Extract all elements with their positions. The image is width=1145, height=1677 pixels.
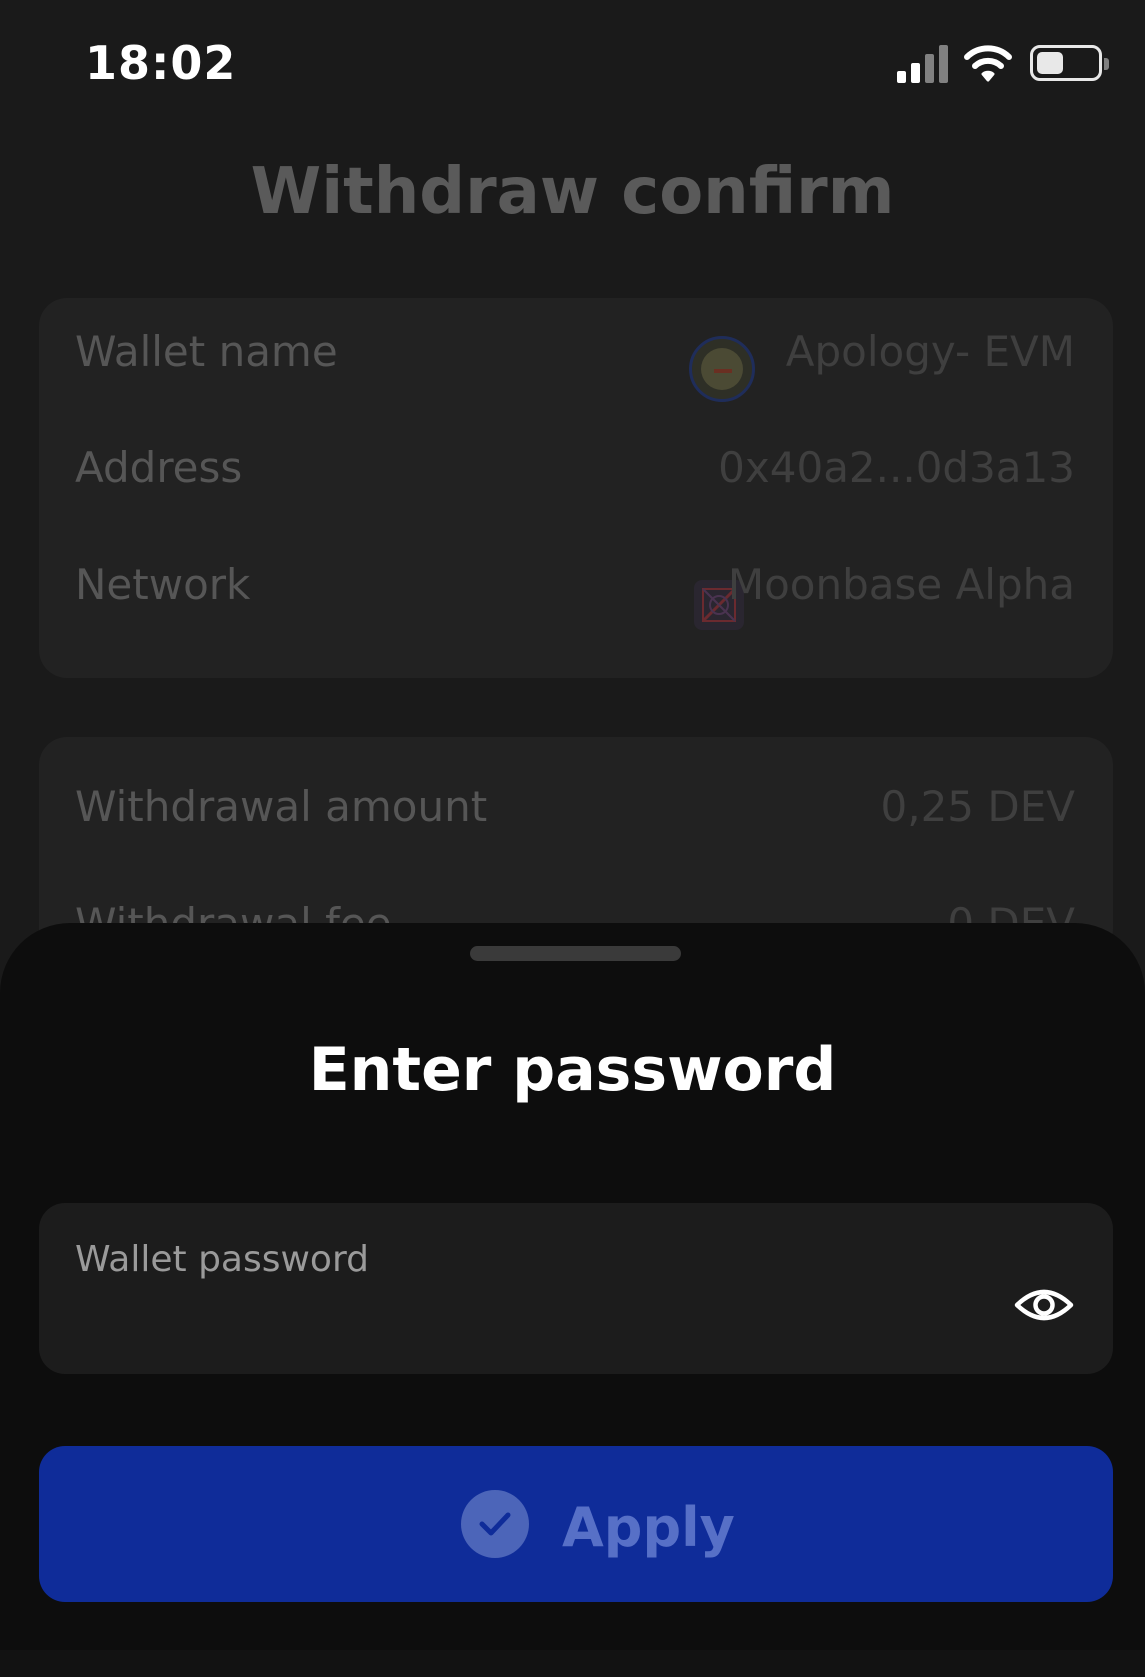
cellular-signal-icon <box>897 45 949 83</box>
withdrawal-amount-value: 0,25 DEV <box>880 782 1075 831</box>
status-time: 18:02 <box>85 36 237 90</box>
page-title: Withdraw confirm <box>250 155 895 229</box>
address-value: 0x40a2...0d3a13 <box>718 443 1075 492</box>
wallet-name-label: Wallet name <box>75 327 338 376</box>
home-indicator-area <box>0 1650 1145 1677</box>
password-field[interactable]: Wallet password <box>39 1203 1113 1374</box>
wifi-icon <box>963 44 1013 88</box>
address-label: Address <box>75 443 243 492</box>
eye-icon[interactable] <box>1014 1285 1074 1329</box>
password-input[interactable] <box>75 1293 995 1343</box>
password-field-label: Wallet password <box>75 1239 369 1280</box>
apply-button-label: Apply <box>562 1496 735 1559</box>
wallet-info-card: Wallet name Apology- EVM Address 0x40a2.… <box>39 298 1113 678</box>
check-circle-icon <box>461 1490 529 1558</box>
sheet-drag-handle[interactable] <box>470 946 681 961</box>
password-bottom-sheet: Enter password Wallet password Apply <box>0 923 1145 1677</box>
network-label: Network <box>75 560 251 609</box>
battery-icon <box>1030 45 1109 81</box>
status-bar: 18:02 <box>0 0 1145 140</box>
network-value: Moonbase Alpha <box>727 560 1075 609</box>
wallet-avatar <box>689 336 755 402</box>
withdrawal-amount-label: Withdrawal amount <box>75 782 488 831</box>
wallet-name-value: Apology- EVM <box>785 327 1075 376</box>
sheet-title: Enter password <box>308 1035 837 1105</box>
